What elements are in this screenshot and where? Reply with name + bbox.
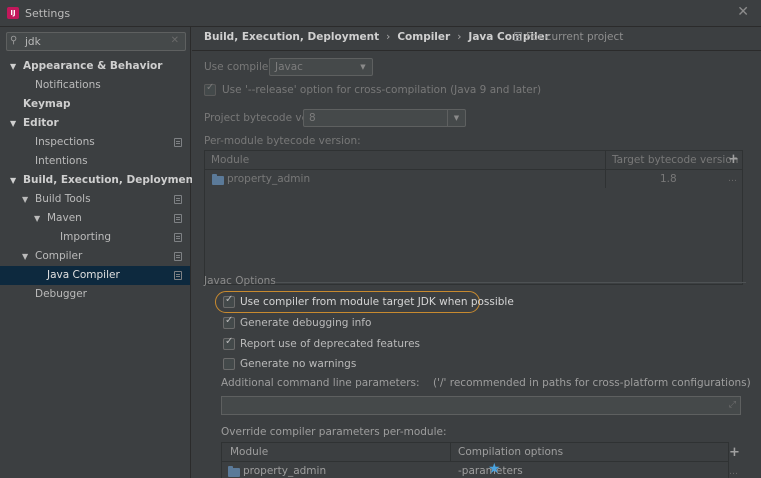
project-bytecode-select[interactable]: 8 ▼ bbox=[303, 109, 466, 127]
project-scope-icon bbox=[174, 233, 182, 242]
sidebar-item-intentions[interactable]: Intentions bbox=[0, 152, 190, 171]
header-divider bbox=[192, 50, 761, 51]
expand-arrow-icon: ▼ bbox=[10, 176, 17, 185]
project-scope-icon bbox=[174, 138, 182, 147]
deprecated-features-checkbox[interactable] bbox=[223, 336, 235, 350]
debugging-info-label: Generate debugging info bbox=[240, 317, 372, 329]
table-header: Module Compilation options bbox=[222, 443, 728, 462]
use-compiler-select[interactable]: Javac ▼ bbox=[269, 58, 373, 76]
search-icon: ⚲ bbox=[10, 35, 18, 46]
sidebar-item-build-tools[interactable]: ▼ Build Tools bbox=[0, 190, 190, 209]
search-input[interactable]: ⚲ jdk ✕ bbox=[6, 32, 186, 51]
project-scope-icon bbox=[514, 32, 522, 41]
chevron-down-icon: ▼ bbox=[447, 110, 465, 126]
more-icon[interactable]: … bbox=[728, 174, 737, 184]
column-module[interactable]: Module bbox=[230, 446, 268, 458]
close-icon[interactable]: ✕ bbox=[737, 4, 749, 20]
table-row[interactable]: property_admin 1.8 bbox=[205, 170, 742, 188]
breadcrumb-compiler[interactable]: Compiler bbox=[397, 31, 450, 43]
expand-icon[interactable]: ⤢ bbox=[729, 400, 736, 410]
debugging-info-checkbox[interactable] bbox=[223, 315, 235, 329]
table-header: Module Target bytecode version bbox=[205, 151, 742, 170]
use-compiler-label: Use compiler: bbox=[204, 61, 277, 73]
additional-params-hint: ('/' recommended in paths for cross-plat… bbox=[433, 377, 751, 389]
clear-search-icon[interactable]: ✕ bbox=[171, 35, 179, 46]
deprecated-features-label: Report use of deprecated features bbox=[240, 338, 421, 350]
module-name: property_admin bbox=[227, 173, 311, 185]
additional-params-label: Additional command line parameters: bbox=[221, 377, 420, 389]
no-warnings-label: Generate no warnings bbox=[240, 358, 357, 370]
release-option-label: Use '--release' option for cross-compila… bbox=[222, 84, 542, 96]
javac-options-title: Javac Options bbox=[204, 275, 276, 287]
breadcrumb-separator: › bbox=[457, 31, 462, 43]
module-name: property_admin bbox=[243, 465, 327, 477]
expand-arrow-icon: ▼ bbox=[10, 119, 17, 128]
scope-note: For current project bbox=[514, 31, 623, 43]
project-scope-icon bbox=[174, 195, 182, 204]
table-row[interactable]: property_admin -parameters ★ bbox=[222, 461, 728, 478]
chevron-down-icon: ▼ bbox=[360, 63, 366, 71]
sidebar-item-build-execution-deployment[interactable]: ▼ Build, Execution, Deployment bbox=[0, 171, 198, 190]
use-module-jdk-checkbox[interactable] bbox=[223, 294, 235, 308]
breadcrumb: Build, Execution, Deployment › Compiler › Ja… bbox=[204, 31, 550, 43]
sidebar-item-java-compiler[interactable]: Java Compiler bbox=[0, 266, 190, 285]
column-target-bytecode-version[interactable]: Target bytecode version bbox=[612, 154, 738, 166]
title-bar: IJ Settings ✕ bbox=[0, 0, 761, 27]
sidebar-item-notifications[interactable]: Notifications bbox=[0, 76, 190, 95]
project-scope-icon bbox=[174, 214, 182, 223]
module-folder-icon bbox=[212, 174, 224, 185]
sidebar-item-compiler[interactable]: ▼ Compiler bbox=[0, 247, 190, 266]
sidebar-item-debugger[interactable]: Debugger bbox=[0, 285, 190, 304]
sidebar-item-editor[interactable]: ▼ Editor bbox=[0, 114, 190, 133]
override-params-label: Override compiler parameters per-module: bbox=[221, 426, 447, 438]
column-module[interactable]: Module bbox=[211, 154, 249, 166]
breadcrumb-separator: › bbox=[386, 31, 391, 43]
section-divider bbox=[276, 282, 746, 283]
settings-sidebar: ⚲ jdk ✕ ▼ Appearance & Behavior Notifica… bbox=[0, 27, 198, 478]
sidebar-item-keymap[interactable]: Keymap bbox=[0, 95, 190, 114]
more-icon[interactable]: … bbox=[729, 467, 738, 477]
override-params-table: Module Compilation options property_admi… bbox=[221, 442, 729, 478]
sidebar-item-inspections[interactable]: Inspections bbox=[0, 133, 190, 152]
breadcrumb-build-execution-deployment[interactable]: Build, Execution, Deployment bbox=[204, 31, 379, 43]
expand-arrow-icon: ▼ bbox=[22, 195, 29, 204]
release-option-checkbox[interactable] bbox=[204, 82, 216, 96]
sidebar-item-appearance-behavior[interactable]: ▼ Appearance & Behavior bbox=[0, 57, 190, 76]
target-version: 1.8 bbox=[660, 173, 677, 185]
no-warnings-checkbox[interactable] bbox=[223, 358, 235, 370]
intellij-icon: IJ bbox=[7, 7, 19, 19]
module-folder-icon bbox=[228, 466, 240, 477]
window-title: Settings bbox=[25, 7, 71, 20]
per-module-label: Per-module bytecode version: bbox=[204, 135, 361, 147]
sidebar-item-importing[interactable]: Importing bbox=[0, 228, 190, 247]
add-module-icon[interactable]: + bbox=[728, 152, 739, 167]
module-bytecode-table: Module Target bytecode version property_… bbox=[204, 150, 743, 285]
project-scope-icon bbox=[174, 271, 182, 280]
sidebar-item-maven[interactable]: ▼ Maven bbox=[0, 209, 190, 228]
expand-arrow-icon: ▼ bbox=[22, 252, 29, 261]
column-compilation-options[interactable]: Compilation options bbox=[458, 446, 563, 458]
expand-arrow-icon: ▼ bbox=[10, 62, 17, 71]
settings-content: Build, Execution, Deployment › Compiler › Ja… bbox=[192, 27, 761, 478]
add-override-icon[interactable]: + bbox=[729, 445, 740, 460]
expand-arrow-icon: ▼ bbox=[34, 214, 41, 223]
use-module-jdk-label: Use compiler from module target JDK when… bbox=[240, 296, 514, 308]
additional-params-input[interactable]: ⤢ bbox=[221, 396, 741, 415]
search-input-value: jdk bbox=[25, 36, 41, 48]
star-icon: ★ bbox=[488, 461, 501, 477]
project-scope-icon bbox=[174, 252, 182, 261]
